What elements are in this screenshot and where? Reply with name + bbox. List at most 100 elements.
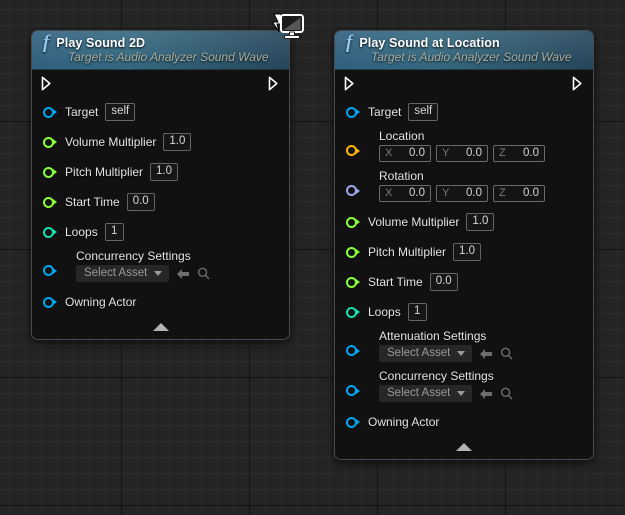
- axis-value-x: 0.0: [409, 147, 425, 159]
- pin-connector-float[interactable]: [346, 216, 360, 228]
- node-body: Target self Volume Multiplier 1.0 Pitch …: [32, 70, 289, 339]
- pin-connector-object[interactable]: [43, 296, 57, 308]
- pin-label: Pitch Multiplier: [368, 245, 447, 259]
- chevron-down-icon: [457, 390, 466, 396]
- pin-row: Loops 1: [32, 217, 289, 247]
- pin-value-field[interactable]: 1: [104, 223, 124, 241]
- rotator-x-field[interactable]: X 0.0: [379, 185, 431, 202]
- pin-value-field[interactable]: 1.0: [466, 213, 495, 231]
- node-subtitle: Target is Audio Analyzer Sound Wave: [371, 50, 572, 64]
- node-play-sound-2d[interactable]: f Play Sound 2D Target is Audio Analyzer…: [31, 30, 290, 340]
- pin-label: Target: [368, 105, 402, 119]
- pin-value-field[interactable]: 1.0: [453, 243, 482, 261]
- exec-out-pin[interactable]: [268, 76, 280, 91]
- vector-y-field[interactable]: Y 0.0: [436, 145, 488, 162]
- pin-row: Start Time 0.0: [32, 187, 289, 217]
- pin-connector-float[interactable]: [346, 246, 360, 258]
- exec-in-pin[interactable]: [344, 76, 356, 91]
- pin-value-field[interactable]: 1.0: [163, 133, 192, 151]
- pin-connector-object[interactable]: [346, 345, 360, 356]
- select-asset-dropdown[interactable]: Select Asset: [76, 265, 170, 282]
- vector-input-group: X 0.0 Y 0.0 Z 0.0: [346, 145, 593, 162]
- node-title-bar[interactable]: f Play Sound at Location Target is Audio…: [335, 31, 593, 70]
- pin-value-field[interactable]: 1: [407, 303, 427, 321]
- pin-connector-vector[interactable]: [346, 145, 360, 156]
- node-subtitle: Target is Audio Analyzer Sound Wave: [68, 50, 269, 64]
- pin-row: Pitch Multiplier 1.0: [32, 157, 289, 187]
- exec-pin-row: [335, 70, 593, 97]
- pin-value-field[interactable]: 1.0: [150, 163, 179, 181]
- vector-x-field[interactable]: X 0.0: [379, 145, 431, 162]
- pin-label: Loops: [368, 305, 401, 319]
- vector-z-field[interactable]: Z 0.0: [493, 145, 545, 162]
- pin-value-field[interactable]: self: [105, 103, 136, 121]
- chevron-down-icon: [154, 270, 163, 276]
- rotator-z-field[interactable]: Z 0.0: [493, 185, 545, 202]
- pin-connector-rotator[interactable]: [346, 185, 360, 196]
- select-asset-dropdown[interactable]: Select Asset: [379, 345, 473, 362]
- use-selected-asset-icon[interactable]: [176, 268, 190, 280]
- asset-picker: Select Asset: [346, 345, 593, 362]
- use-selected-asset-icon[interactable]: [479, 348, 493, 360]
- rotator-input-group: X 0.0 Y 0.0 Z 0.0: [346, 185, 593, 202]
- advanced-pins-toggle[interactable]: [32, 319, 289, 335]
- use-selected-asset-icon[interactable]: [479, 388, 493, 400]
- pin-connector-float[interactable]: [43, 196, 57, 208]
- pin-connector-object[interactable]: [346, 385, 360, 396]
- pin-row: Owning Actor: [335, 407, 593, 437]
- pin-row: Owning Actor: [32, 287, 289, 317]
- pin-row: Target self: [32, 97, 289, 127]
- advanced-pins-toggle[interactable]: [335, 439, 593, 455]
- pin-connector-int[interactable]: [346, 306, 360, 318]
- axis-value-z: 0.0: [523, 187, 539, 199]
- browse-asset-icon[interactable]: [500, 387, 513, 400]
- browse-asset-icon[interactable]: [197, 267, 210, 280]
- pin-row: Target self: [335, 97, 593, 127]
- rotator-y-field[interactable]: Y 0.0: [436, 185, 488, 202]
- pin-row: Rotation X 0.0 Y 0.0 Z 0.0: [335, 167, 593, 207]
- pin-value-field[interactable]: 0.0: [126, 193, 155, 211]
- pin-label: Volume Multiplier: [368, 215, 460, 229]
- pin-connector-object[interactable]: [346, 416, 360, 428]
- pin-connector-int[interactable]: [43, 226, 57, 238]
- exec-pin-row: [32, 70, 289, 97]
- axis-value-y: 0.0: [466, 147, 482, 159]
- pin-value-field[interactable]: self: [408, 103, 439, 121]
- pin-connector-object[interactable]: [43, 106, 57, 118]
- select-asset-dropdown[interactable]: Select Asset: [379, 385, 473, 402]
- node-title: Play Sound at Location: [359, 36, 500, 50]
- pin-row: Location X 0.0 Y 0.0 Z 0.0: [335, 127, 593, 167]
- pin-label: Loops: [65, 225, 98, 239]
- pin-row: Pitch Multiplier 1.0: [335, 237, 593, 267]
- node-play-sound-at-location[interactable]: f Play Sound at Location Target is Audio…: [334, 30, 594, 460]
- axis-label-y: Y: [442, 187, 450, 199]
- pin-label: Volume Multiplier: [65, 135, 157, 149]
- axis-label-x: X: [385, 187, 393, 199]
- chevron-down-icon: [457, 350, 466, 356]
- pin-label: Concurrency Settings: [379, 369, 494, 383]
- axis-label-y: Y: [442, 147, 450, 159]
- pin-connector-float[interactable]: [43, 166, 57, 178]
- exec-out-pin[interactable]: [572, 76, 584, 91]
- pin-connector-object[interactable]: [346, 106, 360, 118]
- print-to-screen-icon[interactable]: [270, 13, 308, 45]
- exec-in-pin[interactable]: [41, 76, 53, 91]
- pin-label: Target: [65, 105, 99, 119]
- select-asset-label: Select Asset: [84, 267, 148, 279]
- chevron-up-icon: [456, 443, 472, 451]
- browse-asset-icon[interactable]: [500, 347, 513, 360]
- node-body: Target self Location X 0.0 Y 0.0 Z 0.0 R…: [335, 70, 593, 459]
- pin-row: Attenuation Settings Select Asset: [335, 327, 593, 367]
- pin-connector-float[interactable]: [346, 276, 360, 288]
- pin-row: Concurrency Settings Select Asset: [32, 247, 289, 287]
- asset-picker: Select Asset: [43, 265, 289, 282]
- pin-connector-float[interactable]: [43, 136, 57, 148]
- axis-label-z: Z: [499, 147, 506, 159]
- blueprint-graph-canvas[interactable]: f Play Sound 2D Target is Audio Analyzer…: [0, 0, 625, 515]
- pin-label: Owning Actor: [65, 295, 137, 309]
- pin-row: Concurrency Settings Select Asset: [335, 367, 593, 407]
- pin-label: Concurrency Settings: [76, 249, 191, 263]
- pin-connector-object[interactable]: [43, 265, 57, 276]
- pin-value-field[interactable]: 0.0: [429, 273, 458, 291]
- node-title-bar[interactable]: f Play Sound 2D Target is Audio Analyzer…: [32, 31, 289, 70]
